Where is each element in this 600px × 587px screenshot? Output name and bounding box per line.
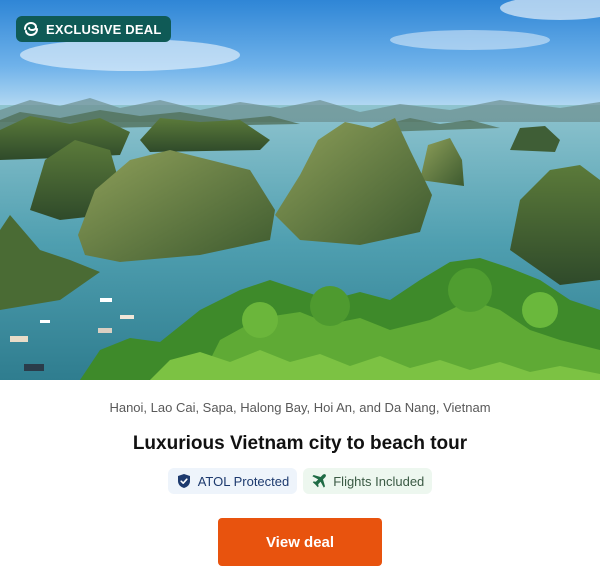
deal-location: Hanoi, Lao Cai, Sapa, Halong Bay, Hoi An… bbox=[109, 400, 491, 415]
hero-image[interactable]: EXCLUSIVE DEAL bbox=[0, 0, 600, 380]
halong-bay-photo bbox=[0, 0, 600, 380]
tag-flights-included: Flights Included bbox=[303, 468, 433, 494]
tag-atol-label: ATOL Protected bbox=[197, 473, 290, 489]
plane-icon bbox=[311, 473, 327, 489]
exclusive-deal-label: EXCLUSIVE DEAL bbox=[46, 21, 162, 37]
deal-title[interactable]: Luxurious Vietnam city to beach tour bbox=[0, 432, 600, 456]
deal-tags: ATOL Protected Flights Included bbox=[0, 468, 600, 494]
deal-logo-icon bbox=[22, 20, 40, 38]
tag-atol-protected: ATOL Protected bbox=[167, 468, 298, 494]
shield-icon bbox=[176, 473, 192, 489]
deal-details: Hanoi, Lao Cai, Sapa, Halong Bay, Hoi An… bbox=[0, 400, 600, 566]
view-deal-button[interactable]: View deal bbox=[218, 518, 382, 566]
tag-flights-label: Flights Included bbox=[333, 473, 425, 489]
deal-card[interactable]: EXCLUSIVE DEAL Hanoi, Lao Cai, Sapa, Hal… bbox=[0, 0, 600, 587]
exclusive-deal-badge: EXCLUSIVE DEAL bbox=[16, 16, 172, 42]
